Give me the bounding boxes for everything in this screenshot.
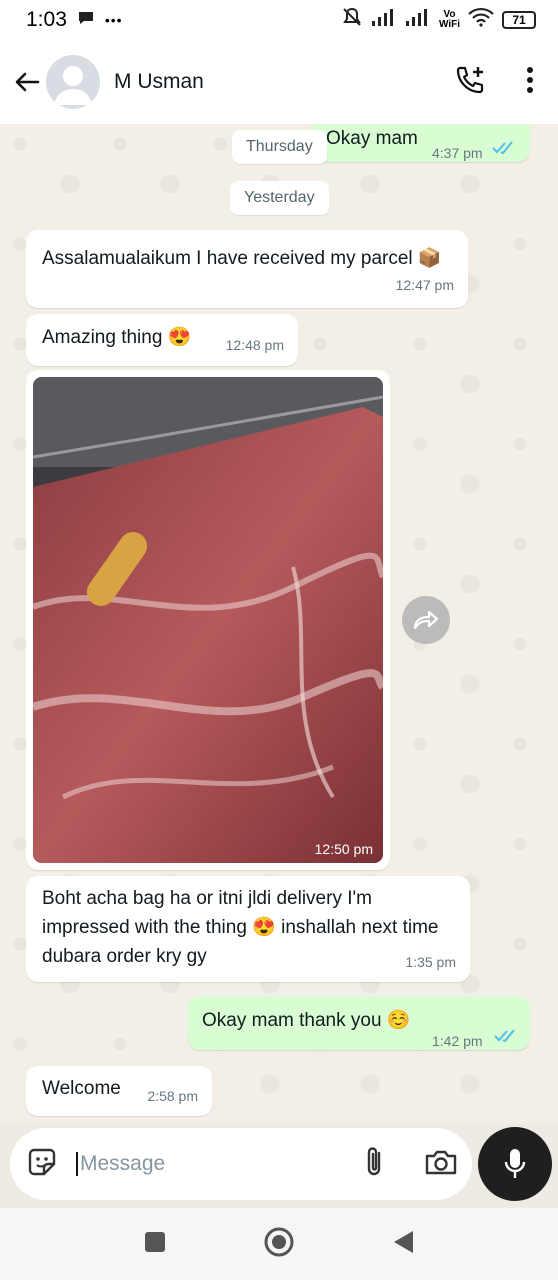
message-bubble-outgoing[interactable]: Okay mam thank you ☺️ 1:42 pm [188,996,530,1050]
message-bubble-incoming[interactable]: Welcome 2:58 pm [26,1066,212,1116]
vowifi-bottom: WiFi [438,19,460,30]
contact-name[interactable]: M Usman [114,70,204,94]
message-bubble-incoming[interactable]: Boht acha bag ha or itni jldi delivery I… [26,876,470,982]
back-button[interactable] [12,67,42,97]
home-button[interactable] [263,1226,295,1263]
system-navigation-bar [0,1208,558,1280]
image-message-bubble[interactable]: 12:50 pm [26,370,390,870]
status-time: 1:03 [26,8,67,31]
message-time: 1:42 pm [432,1033,483,1049]
add-call-button[interactable] [454,64,486,101]
attach-icon [367,1146,381,1175]
message-text: Amazing thing 😍 [42,327,192,348]
back-arrow-icon [15,72,40,92]
message-text: Welcome [42,1078,121,1099]
forward-button[interactable] [402,596,450,644]
more-options-button[interactable] [526,66,534,99]
camera-icon [425,1150,457,1174]
date-chip-thursday: Thursday [232,130,327,164]
message-text: Okay mam thank you ☺️ [202,1010,411,1031]
message-time: 4:37 pm [432,145,483,161]
message-text: Okay mam [326,128,418,149]
read-ticks-icon [494,1029,515,1043]
message-notification-icon [77,9,95,32]
back-nav-button[interactable] [391,1229,415,1260]
message-time: 12:48 pm [225,337,284,353]
message-time: 2:58 pm [147,1088,198,1104]
sticker-button[interactable] [26,1146,58,1183]
date-chip-yesterday: Yesterday [230,181,329,215]
signal-icon-2 [405,7,431,33]
message-input[interactable] [76,1152,326,1176]
chat-area[interactable]: Okay mam 4:37 pm Thursday Yesterday Assa… [0,124,558,1124]
message-bubble-incoming[interactable]: Assalamualaikum I have received my parce… [26,230,468,308]
avatar[interactable] [46,55,100,109]
mute-icon [341,6,363,34]
mic-icon [504,1149,526,1178]
message-text: Boht acha bag ha or itni jldi delivery I… [42,888,439,967]
signal-icon-1 [371,7,397,33]
message-text: Assalamualaikum I have received my parce… [42,248,442,269]
nav-square-icon [145,1231,165,1252]
message-composer [10,1128,472,1200]
wifi-icon [468,7,494,33]
recents-button[interactable] [143,1230,167,1259]
message-time: 12:47 pm [395,277,454,293]
read-ticks-icon [492,141,513,155]
voice-record-button[interactable] [478,1127,552,1201]
add-call-icon [456,66,484,93]
nav-back-icon [394,1230,413,1253]
nav-home-icon [264,1227,294,1256]
sticker-icon [28,1148,56,1175]
forward-icon [413,610,439,630]
default-avatar-icon [54,66,92,105]
message-photo[interactable]: 12:50 pm [33,377,383,863]
message-bubble-outgoing[interactable]: Okay mam 4:37 pm [312,124,530,162]
more-notifications-dots: ••• [104,12,123,28]
message-bubble-incoming[interactable]: Amazing thing 😍 12:48 pm [26,314,298,366]
more-vertical-icon [527,66,533,93]
camera-button[interactable] [424,1148,458,1181]
chat-header: M Usman [0,40,558,124]
battery-indicator: 71 [502,11,536,29]
message-time: 12:50 pm [314,841,373,857]
message-time: 1:35 pm [405,954,456,970]
bag-photo-image [33,377,383,863]
attach-button[interactable] [364,1145,386,1184]
vowifi-label: Vo WiFi [439,10,460,30]
status-bar: 1:03 ••• Vo WiFi 71 [0,0,558,40]
